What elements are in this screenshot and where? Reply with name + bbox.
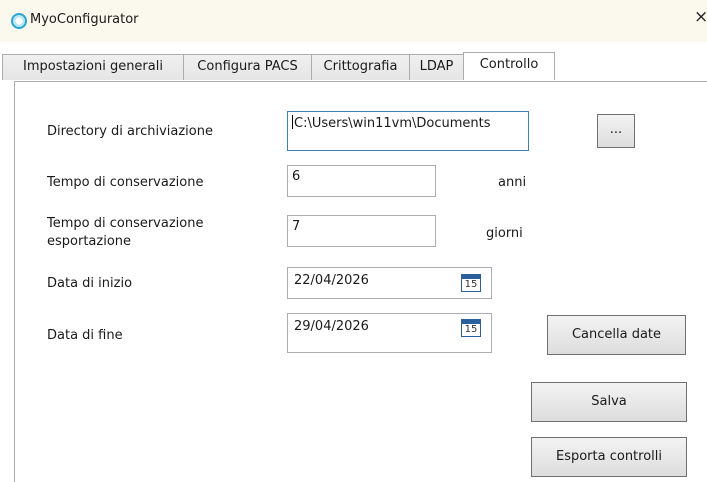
calendar-icon[interactable]: 15	[461, 274, 481, 292]
tab-strip: Impostazioni generali Configura PACS Cri…	[0, 52, 707, 82]
app-icon	[11, 13, 27, 29]
export-retention-label-line1: Tempo di conservazione	[47, 216, 204, 231]
tab-controllo[interactable]: Controllo	[463, 52, 555, 80]
archive-dir-value: C:\Users\win11vm\Documents	[294, 116, 491, 131]
start-date-picker[interactable]: 22/04/2026 15	[287, 267, 492, 299]
export-retention-label-line2: esportazione	[47, 234, 132, 249]
export-checks-button[interactable]: Esporta controlli	[531, 437, 687, 477]
title-bar: MyoConfigurator ×	[0, 0, 707, 42]
tab-ldap[interactable]: LDAP	[409, 54, 464, 80]
retention-label: Tempo di conservazione	[47, 175, 204, 190]
end-date-value: 29/04/2026	[294, 319, 369, 334]
window-title: MyoConfigurator	[30, 12, 139, 27]
tab-impostazioni-generali[interactable]: Impostazioni generali	[2, 54, 184, 80]
end-date-label: Data di fine	[47, 328, 123, 343]
start-date-value: 22/04/2026	[294, 273, 369, 288]
browse-button[interactable]: ...	[597, 114, 635, 148]
retention-input[interactable]: 6	[287, 165, 436, 197]
start-date-label: Data di inizio	[47, 276, 133, 291]
export-retention-unit: giorni	[486, 226, 523, 241]
calendar-icon[interactable]: 15	[461, 319, 481, 337]
export-retention-input[interactable]: 7	[287, 215, 436, 247]
tab-crittografia[interactable]: Crittografia	[311, 54, 410, 80]
retention-unit: anni	[498, 175, 527, 190]
text-caret	[292, 115, 293, 129]
clear-dates-button[interactable]: Cancella date	[547, 315, 686, 355]
archive-dir-input[interactable]: C:\Users\win11vm\Documents	[287, 111, 529, 151]
archive-dir-label: Directory di archiviazione	[47, 124, 213, 139]
save-button[interactable]: Salva	[531, 382, 687, 422]
tab-configura-pacs[interactable]: Configura PACS	[183, 54, 312, 80]
end-date-picker[interactable]: 29/04/2026 15	[287, 313, 492, 353]
close-icon[interactable]: ×	[694, 9, 707, 26]
